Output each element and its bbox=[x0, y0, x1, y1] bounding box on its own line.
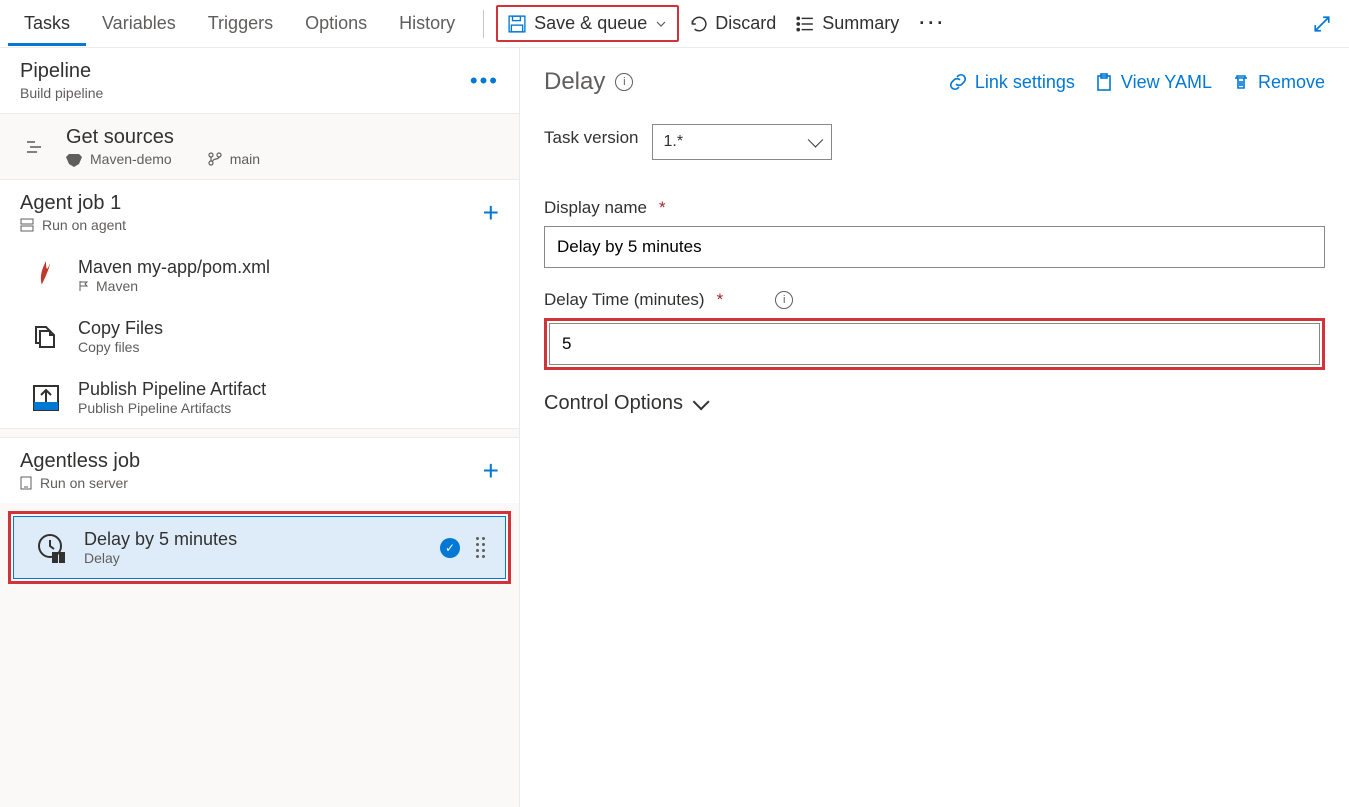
task-copy-files[interactable]: Copy Files Copy files bbox=[0, 306, 519, 367]
main-area: Pipeline Build pipeline ••• Get sources … bbox=[0, 48, 1349, 807]
ellipsis-icon: ··· bbox=[919, 13, 946, 34]
summary-button[interactable]: Summary bbox=[786, 7, 909, 40]
task-maven[interactable]: Maven my-app/pom.xml Maven bbox=[0, 245, 519, 306]
trash-icon bbox=[1232, 73, 1250, 91]
pipeline-title: Pipeline bbox=[20, 60, 456, 83]
get-sources-row[interactable]: Get sources Maven-demo main bbox=[0, 114, 519, 179]
agent-job-header[interactable]: Agent job 1 Run on agent + bbox=[0, 180, 519, 245]
pipeline-subtitle: Build pipeline bbox=[20, 85, 456, 101]
left-panel: Pipeline Build pipeline ••• Get sources … bbox=[0, 48, 520, 807]
tab-triggers[interactable]: Triggers bbox=[192, 1, 289, 46]
save-queue-highlight: Save & queue bbox=[496, 5, 679, 42]
agent-job-block: Agent job 1 Run on agent + Maven my-app/… bbox=[0, 179, 519, 429]
agent-job-title: Agent job 1 bbox=[20, 192, 469, 215]
tab-history[interactable]: History bbox=[383, 1, 471, 46]
flag-icon bbox=[78, 280, 90, 292]
right-panel: Delay i Link settings View YAML Remove bbox=[520, 48, 1349, 807]
chevron-down-icon bbox=[655, 18, 667, 30]
more-actions-button[interactable]: ··· bbox=[909, 7, 956, 40]
agentless-job-title: Agentless job bbox=[20, 450, 469, 473]
copy-icon bbox=[30, 321, 62, 353]
panel-title-text: Delay bbox=[544, 68, 605, 96]
summary-label: Summary bbox=[822, 13, 899, 34]
task-version-select[interactable]: 1.* bbox=[652, 124, 832, 160]
add-task-agentless-button[interactable]: + bbox=[483, 455, 499, 487]
task-version-label: Task version bbox=[544, 128, 638, 148]
remove-label: Remove bbox=[1258, 72, 1325, 93]
pipeline-header[interactable]: Pipeline Build pipeline ••• bbox=[0, 48, 519, 114]
branch-name: main bbox=[230, 151, 260, 167]
server-icon bbox=[20, 218, 34, 232]
repo-name: Maven-demo bbox=[90, 151, 172, 167]
display-name-input[interactable] bbox=[544, 226, 1325, 268]
task-delay[interactable]: Delay by 5 minutes Delay ✓ bbox=[14, 517, 505, 578]
agentless-job-header[interactable]: Agentless job Run on server + bbox=[0, 438, 519, 503]
view-yaml-button[interactable]: View YAML bbox=[1095, 72, 1212, 93]
maven-icon bbox=[30, 260, 62, 292]
tab-tasks[interactable]: Tasks bbox=[8, 1, 86, 46]
task-subtitle: Delay bbox=[84, 550, 424, 566]
chevron-down-icon bbox=[693, 393, 710, 410]
task-title: Maven my-app/pom.xml bbox=[78, 257, 499, 278]
delay-time-row: Delay Time (minutes) * i bbox=[544, 290, 1325, 370]
agentless-job-subtitle: Run on server bbox=[40, 475, 128, 491]
info-icon[interactable]: i bbox=[615, 73, 633, 91]
task-subtitle: Publish Pipeline Artifacts bbox=[78, 400, 499, 416]
task-title: Publish Pipeline Artifact bbox=[78, 379, 499, 400]
task-subtitle: Maven bbox=[96, 278, 138, 294]
fullscreen-button[interactable] bbox=[1303, 9, 1341, 39]
divider bbox=[483, 10, 484, 38]
agentless-job-block: Agentless job Run on server + bbox=[0, 437, 519, 503]
undo-icon bbox=[689, 15, 707, 33]
save-queue-label: Save & queue bbox=[534, 13, 647, 34]
discard-button[interactable]: Discard bbox=[679, 7, 786, 40]
delay-task-highlight: Delay by 5 minutes Delay ✓ bbox=[8, 511, 511, 584]
delay-time-highlight bbox=[544, 318, 1325, 370]
task-version-value: 1.* bbox=[663, 133, 683, 150]
tab-options[interactable]: Options bbox=[289, 1, 383, 46]
tab-strip: Tasks Variables Triggers Options History bbox=[8, 1, 471, 46]
task-enabled-check-icon: ✓ bbox=[440, 538, 460, 558]
link-settings-button[interactable]: Link settings bbox=[949, 72, 1075, 93]
agent-job-subtitle: Run on agent bbox=[42, 217, 126, 233]
control-options-label: Control Options bbox=[544, 392, 683, 415]
display-name-row: Display name * bbox=[544, 198, 1325, 268]
task-version-row: Task version 1.* bbox=[544, 124, 1325, 160]
task-publish-artifact[interactable]: Publish Pipeline Artifact Publish Pipeli… bbox=[0, 367, 519, 428]
panel-header: Delay i Link settings View YAML Remove bbox=[544, 68, 1325, 96]
task-title: Copy Files bbox=[78, 318, 499, 339]
pipeline-more-button[interactable]: ••• bbox=[470, 68, 499, 94]
branch-icon bbox=[208, 152, 222, 166]
delay-time-label: Delay Time (minutes) bbox=[544, 290, 705, 310]
display-name-label: Display name bbox=[544, 198, 647, 218]
drag-handle[interactable] bbox=[476, 537, 485, 558]
remove-button[interactable]: Remove bbox=[1232, 72, 1325, 93]
clipboard-icon bbox=[1095, 73, 1113, 91]
info-icon[interactable]: i bbox=[775, 291, 793, 309]
delay-icon bbox=[36, 532, 68, 564]
save-icon bbox=[508, 15, 526, 33]
link-settings-label: Link settings bbox=[975, 72, 1075, 93]
task-title: Delay by 5 minutes bbox=[84, 529, 424, 550]
tab-variables[interactable]: Variables bbox=[86, 1, 192, 46]
get-sources-title: Get sources bbox=[66, 126, 499, 149]
task-subtitle: Copy files bbox=[78, 339, 499, 355]
azure-devops-icon bbox=[66, 151, 82, 167]
publish-icon bbox=[30, 382, 62, 414]
top-bar: Tasks Variables Triggers Options History… bbox=[0, 0, 1349, 48]
save-queue-button[interactable]: Save & queue bbox=[498, 7, 677, 40]
expand-icon bbox=[1313, 15, 1331, 33]
required-marker: * bbox=[659, 198, 666, 218]
list-icon bbox=[796, 15, 814, 33]
add-task-agent-button[interactable]: + bbox=[483, 197, 499, 229]
view-yaml-label: View YAML bbox=[1121, 72, 1212, 93]
delay-time-input[interactable] bbox=[549, 323, 1320, 365]
server-icon bbox=[20, 476, 32, 490]
discard-label: Discard bbox=[715, 13, 776, 34]
control-options-section[interactable]: Control Options bbox=[544, 392, 1325, 415]
required-marker: * bbox=[717, 290, 724, 310]
link-icon bbox=[949, 73, 967, 91]
sources-icon bbox=[27, 140, 45, 154]
